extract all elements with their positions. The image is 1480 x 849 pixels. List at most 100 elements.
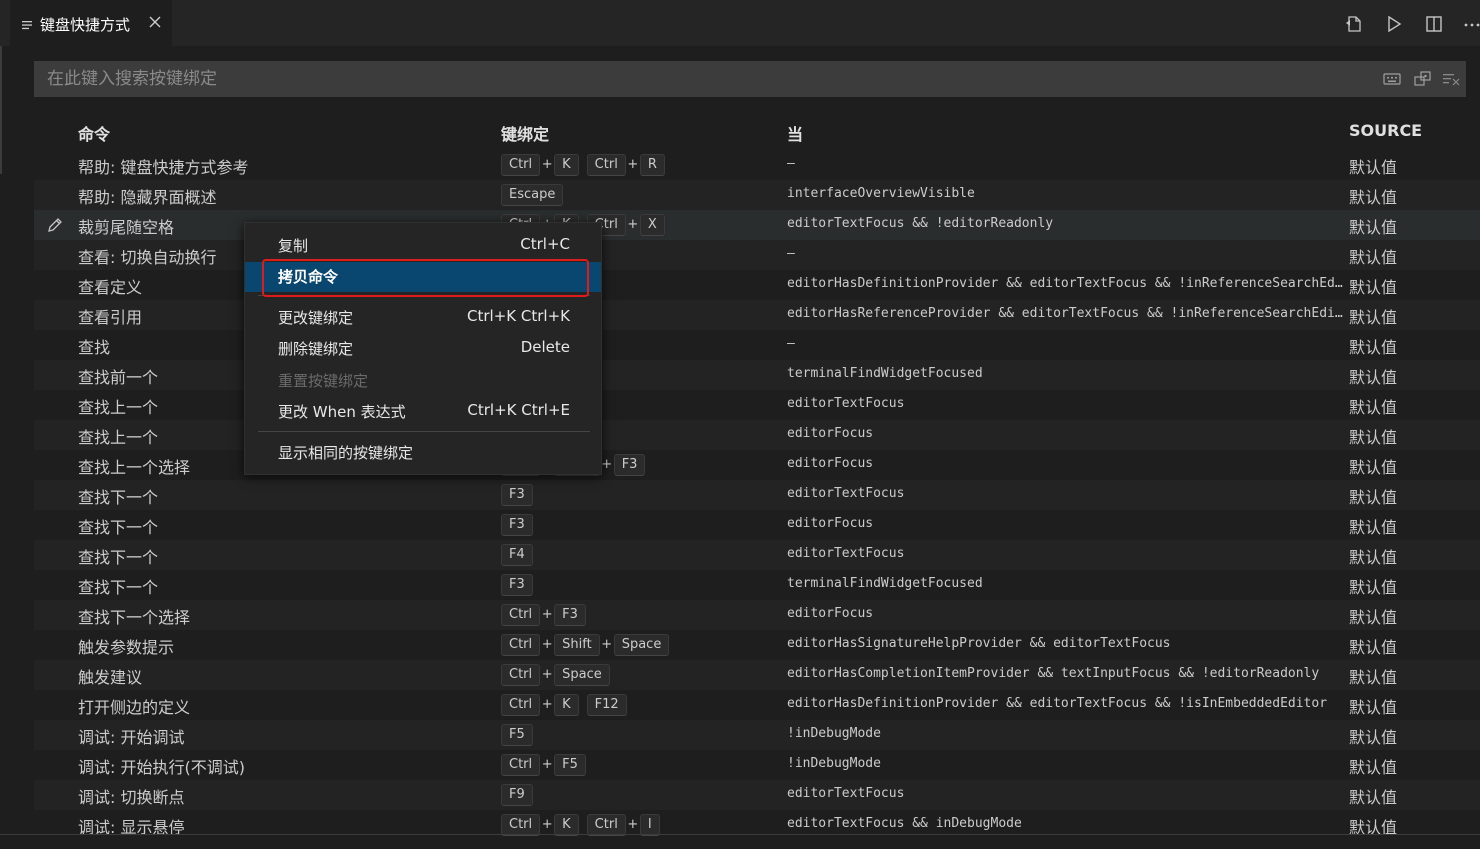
edit-keybinding-icon[interactable] <box>46 216 64 234</box>
keybinding-cell: F3 <box>501 514 533 536</box>
run-icon[interactable] <box>1384 14 1404 34</box>
key-cap: I <box>639 814 660 836</box>
when-expression: editorHasCompletionItemProvider && textI… <box>787 666 1320 681</box>
when-expression: editorTextFocus <box>787 786 905 801</box>
key-cap: Space <box>554 664 610 686</box>
when-expression: editorHasDefinitionProvider && editorTex… <box>787 276 1347 291</box>
close-icon[interactable] <box>148 14 162 28</box>
table-row[interactable]: 调试: 开始调试 F5 !inDebugMode 默认值 <box>34 720 1480 750</box>
keybinding-cell: F4 <box>501 544 533 566</box>
table-row[interactable]: 查找下一个 F3 editorTextFocus 默认值 <box>34 480 1480 510</box>
table-row[interactable]: 调试: 开始执行(不调试) Ctrl + F5 !inDebugMode 默认值 <box>34 750 1480 780</box>
source-label: 默认值 <box>1349 188 1398 207</box>
command-label: 查找下一个 <box>78 578 159 597</box>
menu-item-shortcut: Ctrl+K Ctrl+E <box>467 401 570 419</box>
menu-item[interactable]: 复制 Ctrl+C <box>245 231 601 261</box>
menu-item[interactable]: 删除键绑定 Delete <box>245 334 601 364</box>
table-row[interactable]: 触发参数提示 Ctrl + Shift + Space editorHasSignature… <box>34 630 1480 660</box>
column-header-keybinding[interactable]: 键绑定 <box>501 121 549 145</box>
source-label: 默认值 <box>1349 458 1398 477</box>
search-box <box>34 61 1466 97</box>
table-row[interactable]: 查找下一个 F3 terminalFindWidgetFocused 默认值 <box>34 570 1480 600</box>
command-label: 查找上一个 <box>78 428 159 447</box>
command-label: 调试: 开始调试 <box>78 728 185 747</box>
keybinding-cell: Ctrl + F5 <box>501 754 586 776</box>
open-json-icon[interactable] <box>1344 14 1364 34</box>
table-row[interactable]: 查找下一个 F3 editorFocus 默认值 <box>34 510 1480 540</box>
source-label: 默认值 <box>1349 638 1398 657</box>
source-label: 默认值 <box>1349 338 1398 357</box>
key-cap: Ctrl <box>586 814 626 836</box>
key-cap: Ctrl <box>501 754 541 776</box>
menu-item[interactable]: 显示相同的按键绑定 <box>245 438 601 468</box>
keybinding-cell: Ctrl + Shift + Space <box>501 634 670 656</box>
key-cap: Ctrl <box>586 154 626 176</box>
table-row[interactable]: 查找下一个 F4 editorTextFocus 默认值 <box>34 540 1480 570</box>
source-label: 默认值 <box>1349 758 1398 777</box>
when-expression: terminalFindWidgetFocused <box>787 366 983 381</box>
table-header: 命令 键绑定 当 SOURCE <box>34 116 1480 146</box>
menu-item[interactable]: 更改 When 表达式 Ctrl+K Ctrl+E <box>245 397 601 427</box>
table-row[interactable]: 触发建议 Ctrl + Space editorHasCompletionItemPro… <box>34 660 1480 690</box>
column-header-source[interactable]: SOURCE <box>1349 121 1422 140</box>
when-expression: editorTextFocus <box>787 396 905 411</box>
column-header-command[interactable]: 命令 <box>78 121 110 145</box>
sort-by-precedence-icon[interactable] <box>1414 71 1432 87</box>
key-separator: + <box>601 637 613 652</box>
table-row[interactable]: 调试: 切换断点 F9 editorTextFocus 默认值 <box>34 780 1480 810</box>
command-label: 调试: 切换断点 <box>78 788 185 807</box>
when-expression: editorFocus <box>787 426 874 441</box>
keybinding-cell: Ctrl + K Ctrl + I <box>501 814 660 836</box>
menu-item-label: 显示相同的按键绑定 <box>278 444 414 462</box>
key-cap: Ctrl <box>501 694 541 716</box>
key-separator: + <box>541 817 553 832</box>
when-expression: editorFocus <box>787 456 874 471</box>
key-cap: F5 <box>501 724 533 746</box>
table-row[interactable]: 打开侧边的定义 Ctrl + K F12 editorHasDefinitionProvi… <box>34 690 1480 720</box>
source-label: 默认值 <box>1349 698 1398 717</box>
split-editor-icon[interactable] <box>1424 14 1444 34</box>
tab-keyboard-shortcuts[interactable]: 键盘快捷方式 <box>10 0 172 46</box>
when-expression: !inDebugMode <box>787 726 881 741</box>
when-expression: !inDebugMode <box>787 756 881 771</box>
clear-filter-icon[interactable] <box>1442 71 1460 87</box>
record-keys-icon[interactable] <box>1383 71 1401 87</box>
keybinding-cell: F3 <box>501 484 533 506</box>
keybinding-cell: F5 <box>501 724 533 746</box>
key-cap: Ctrl <box>501 154 541 176</box>
key-cap: F3 <box>501 514 533 536</box>
when-expression: editorFocus <box>787 516 874 531</box>
command-label: 触发建议 <box>78 668 143 687</box>
source-label: 默认值 <box>1349 248 1398 267</box>
table-row[interactable]: 调试: 显示悬停 Ctrl + K Ctrl + IeditorTextFocus && i… <box>34 810 1480 840</box>
menu-item-shortcut: Ctrl+C <box>520 235 570 253</box>
column-header-when[interactable]: 当 <box>787 121 803 145</box>
key-cap: X <box>639 214 665 236</box>
key-cap: F12 <box>586 694 627 716</box>
key-separator: + <box>627 817 639 832</box>
key-cap: K <box>554 694 579 716</box>
source-label: 默认值 <box>1349 788 1398 807</box>
left-border <box>0 46 2 174</box>
source-label: 默认值 <box>1349 368 1398 387</box>
search-input[interactable] <box>34 61 1354 97</box>
when-expression: editorHasDefinitionProvider && editorTex… <box>787 696 1328 711</box>
command-label: 触发参数提示 <box>78 638 175 657</box>
key-cap: R <box>639 154 665 176</box>
menu-item[interactable]: 更改键绑定 Ctrl+K Ctrl+K <box>245 303 601 333</box>
when-expression: editorHasSignatureHelpProvider && editor… <box>787 636 1171 651</box>
key-cap: Ctrl <box>501 634 541 656</box>
table-row[interactable]: 帮助: 键盘快捷方式参考 Ctrl + K Ctrl + R — 默认值 <box>34 150 1480 180</box>
table-row[interactable]: 查找下一个选择 Ctrl + F3 editorFocus 默认值 <box>34 600 1480 630</box>
menu-item-label: 重置按键绑定 <box>278 372 369 390</box>
command-label: 打开侧边的定义 <box>78 698 191 717</box>
menu-item-label: 更改键绑定 <box>278 309 354 327</box>
source-label: 默认值 <box>1349 518 1398 537</box>
panel-border <box>0 834 1480 835</box>
more-icon[interactable] <box>1462 14 1480 34</box>
key-separator: + <box>541 757 553 772</box>
command-label: 查找下一个选择 <box>78 608 191 627</box>
key-cap: F3 <box>554 604 586 626</box>
menu-item-label: 复制 <box>278 237 309 255</box>
table-row[interactable]: 帮助: 隐藏界面概述 Escape interfaceOverviewVisible… <box>34 180 1480 210</box>
